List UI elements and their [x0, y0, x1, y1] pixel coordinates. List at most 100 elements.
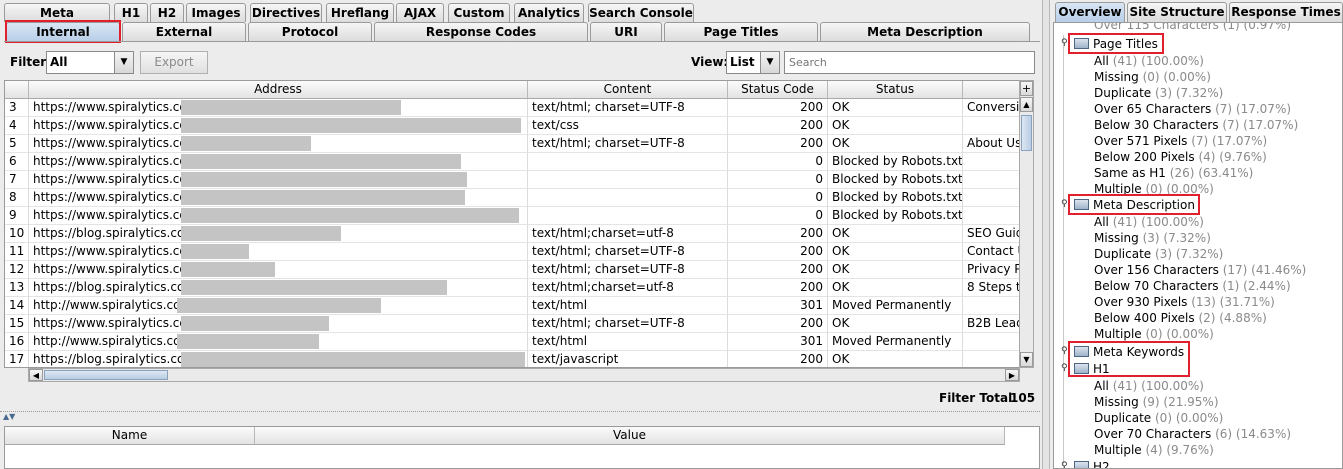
- tree-item-h1[interactable]: Multiple (4) (9.76%): [1094, 442, 1214, 458]
- table-row[interactable]: 15 https://www.spiralytics.com/text/html;…: [5, 315, 1019, 333]
- tree-item-meta_description[interactable]: Below 400 Pixels (2) (4.88%): [1094, 310, 1267, 326]
- tab-search-console[interactable]: Search Console: [588, 3, 694, 22]
- status-code-cell: 301: [728, 297, 828, 315]
- tree-item-page_titles[interactable]: Duplicate (3) (7.32%): [1094, 85, 1223, 101]
- column-chooser-button[interactable]: +: [1020, 81, 1033, 96]
- search-input[interactable]: [784, 51, 1035, 74]
- results-table: Address Content Status Code Status 3 http…: [4, 80, 1020, 368]
- tree-item-count: (4) (9.76%): [1145, 443, 1214, 457]
- table-row[interactable]: 6 https://www.spiralytics.com/0 Blocked by…: [5, 153, 1019, 171]
- main-splitter[interactable]: [1042, 0, 1050, 469]
- tab-meta-description[interactable]: Meta Description: [820, 22, 1030, 41]
- title-cell: [963, 297, 1019, 315]
- tree-item-page_titles[interactable]: Below 200 Pixels (4) (9.76%): [1094, 149, 1267, 165]
- table-row[interactable]: 3 https://www.spiralytics.com/text/html; …: [5, 99, 1019, 117]
- scroll-right-button[interactable]: ▶: [1005, 369, 1019, 381]
- table-row[interactable]: 10 https://blog.spiralytics.com/text/html…: [5, 225, 1019, 243]
- tab-overview[interactable]: Overview: [1055, 2, 1125, 22]
- column-header-index[interactable]: [5, 81, 29, 99]
- table-row[interactable]: 16 http://www.spiralytics.com/text/html 30…: [5, 333, 1019, 351]
- tree-item-h1[interactable]: Over 70 Characters (6) (14.63%): [1094, 426, 1291, 442]
- column-header-title[interactable]: [963, 81, 1019, 99]
- vertical-scroll-thumb[interactable]: [1021, 115, 1032, 151]
- tree-item-page_titles[interactable]: Over 571 Pixels (7) (17.07%): [1094, 133, 1267, 149]
- tree-item-page_titles[interactable]: Over 65 Characters (7) (17.07%): [1094, 101, 1291, 117]
- table-row[interactable]: 5 https://www.spiralytics.com/text/html; …: [5, 135, 1019, 153]
- content-cell: text/javascript: [528, 351, 728, 367]
- tree-item-meta_description[interactable]: Duplicate (3) (7.32%): [1094, 246, 1223, 262]
- tab-directives[interactable]: Directives: [250, 3, 322, 22]
- tree-item-h1[interactable]: Duplicate (0) (0.00%): [1094, 410, 1223, 426]
- tree-expand-toggle[interactable]: ⚲: [1061, 199, 1068, 209]
- content-cell: text/html: [528, 297, 728, 315]
- status-cell: OK: [828, 351, 963, 367]
- column-header-value[interactable]: Value: [255, 427, 1005, 445]
- table-row[interactable]: 13 https://blog.spiralytics.com/text/html…: [5, 279, 1019, 297]
- table-row[interactable]: 8 https://www.spiralytics.com/0 Blocked by…: [5, 189, 1019, 207]
- tree-item-h1[interactable]: Missing (9) (21.95%): [1094, 394, 1219, 410]
- tree-folder-h2[interactable]: H2: [1074, 459, 1110, 468]
- tab-response-codes[interactable]: Response Codes: [374, 22, 588, 41]
- tab-analytics[interactable]: Analytics: [514, 3, 584, 22]
- status-code-cell: 0: [728, 207, 828, 225]
- tree-item-meta_description[interactable]: Missing (3) (7.32%): [1094, 230, 1211, 246]
- table-row[interactable]: 12 https://www.spiralytics.com/text/html;…: [5, 261, 1019, 279]
- tree-item-page_titles[interactable]: All (41) (100.00%): [1094, 53, 1204, 69]
- chevron-up-icon[interactable]: ▲▼: [3, 412, 15, 421]
- tree-item-count: (26) (63.41%): [1169, 166, 1254, 180]
- tab-uri[interactable]: URI: [590, 22, 662, 41]
- tree-expand-toggle[interactable]: ⚲: [1061, 363, 1068, 373]
- tree-item-h1[interactable]: All (41) (100.00%): [1094, 378, 1204, 394]
- tree-expand-toggle[interactable]: ⚲: [1061, 346, 1068, 356]
- redacted-url-block: [181, 190, 465, 205]
- tab-ajax[interactable]: AJAX: [396, 3, 444, 22]
- tab-images[interactable]: Images: [186, 3, 246, 22]
- table-row[interactable]: 7 https://www.spiralytics.com/0 Blocked by…: [5, 171, 1019, 189]
- tree-item-label: Below 70 Characters: [1094, 279, 1219, 293]
- tree-item-meta_description[interactable]: Over 930 Pixels (13) (31.71%): [1094, 294, 1275, 310]
- tree-item-page_titles[interactable]: Below 30 Characters (7) (17.07%): [1094, 117, 1298, 133]
- tab-protocol[interactable]: Protocol: [248, 22, 372, 41]
- tree-item-label: Over 70 Characters: [1094, 427, 1212, 441]
- table-row[interactable]: 9 https://www.spiralytics.com/0 Blocked by…: [5, 207, 1019, 225]
- scroll-down-button[interactable]: ▼: [1020, 352, 1033, 367]
- view-select[interactable]: List ▼: [726, 51, 780, 74]
- row-index: 17: [5, 351, 29, 367]
- table-row[interactable]: 17 https://blog.spiralytics.com/text/java…: [5, 351, 1019, 367]
- column-header-status[interactable]: Status: [828, 81, 963, 99]
- tab-site-structure[interactable]: Site Structure: [1127, 2, 1227, 22]
- tree-item-meta_description[interactable]: All (41) (100.00%): [1094, 214, 1204, 230]
- scroll-left-button[interactable]: ◀: [29, 369, 43, 381]
- table-row[interactable]: 11 https://www.spiralytics.com/text/html;…: [5, 243, 1019, 261]
- column-header-name[interactable]: Name: [5, 427, 255, 445]
- status-code-cell: 200: [728, 99, 828, 117]
- horizontal-scroll-thumb[interactable]: [44, 370, 168, 380]
- tab-h2[interactable]: H2: [150, 3, 184, 22]
- scroll-up-button[interactable]: ▲: [1020, 97, 1033, 112]
- content-cell: text/html;charset=utf-8: [528, 225, 728, 243]
- column-header-content[interactable]: Content: [528, 81, 728, 99]
- tree-expand-toggle[interactable]: ⚲: [1061, 461, 1068, 468]
- tree-item-page_titles[interactable]: Missing (0) (0.00%): [1094, 69, 1211, 85]
- pane-splitter[interactable]: ▲▼: [0, 411, 1040, 423]
- filter-select[interactable]: All ▼: [46, 51, 134, 74]
- column-header-status-code[interactable]: Status Code: [728, 81, 828, 99]
- tree-item-page_titles[interactable]: Same as H1 (26) (63.41%): [1094, 165, 1253, 181]
- tree-item-cut-off[interactable]: Over 115 Characters (1) (0.97%): [1094, 23, 1291, 33]
- export-button[interactable]: Export: [140, 51, 208, 74]
- tab-custom[interactable]: Custom: [448, 3, 510, 22]
- tree-item-meta_description[interactable]: Multiple (0) (0.00%): [1094, 326, 1214, 342]
- table-row[interactable]: 4 https://www.spiralytics.com/text/css 200…: [5, 117, 1019, 135]
- tree-expand-toggle[interactable]: ⚲: [1061, 38, 1068, 48]
- tab-response-times[interactable]: Response Times: [1229, 2, 1343, 22]
- tab-external[interactable]: External: [122, 22, 246, 41]
- tab-hreflang[interactable]: Hreflang: [326, 3, 394, 22]
- table-horizontal-scrollbar[interactable]: ◀ ▶: [28, 368, 1020, 382]
- table-vertical-scrollbar[interactable]: + ▲ ▼: [1019, 80, 1034, 368]
- tree-item-meta_description[interactable]: Over 156 Characters (17) (41.46%): [1094, 262, 1306, 278]
- column-header-address[interactable]: Address: [29, 81, 528, 99]
- status-cell: Blocked by Robots.txt: [828, 153, 963, 171]
- tab-page-titles[interactable]: Page Titles: [664, 22, 818, 41]
- tree-item-meta_description[interactable]: Below 70 Characters (1) (2.44%): [1094, 278, 1291, 294]
- table-row[interactable]: 14 http://www.spiralytics.com/text/html 30…: [5, 297, 1019, 315]
